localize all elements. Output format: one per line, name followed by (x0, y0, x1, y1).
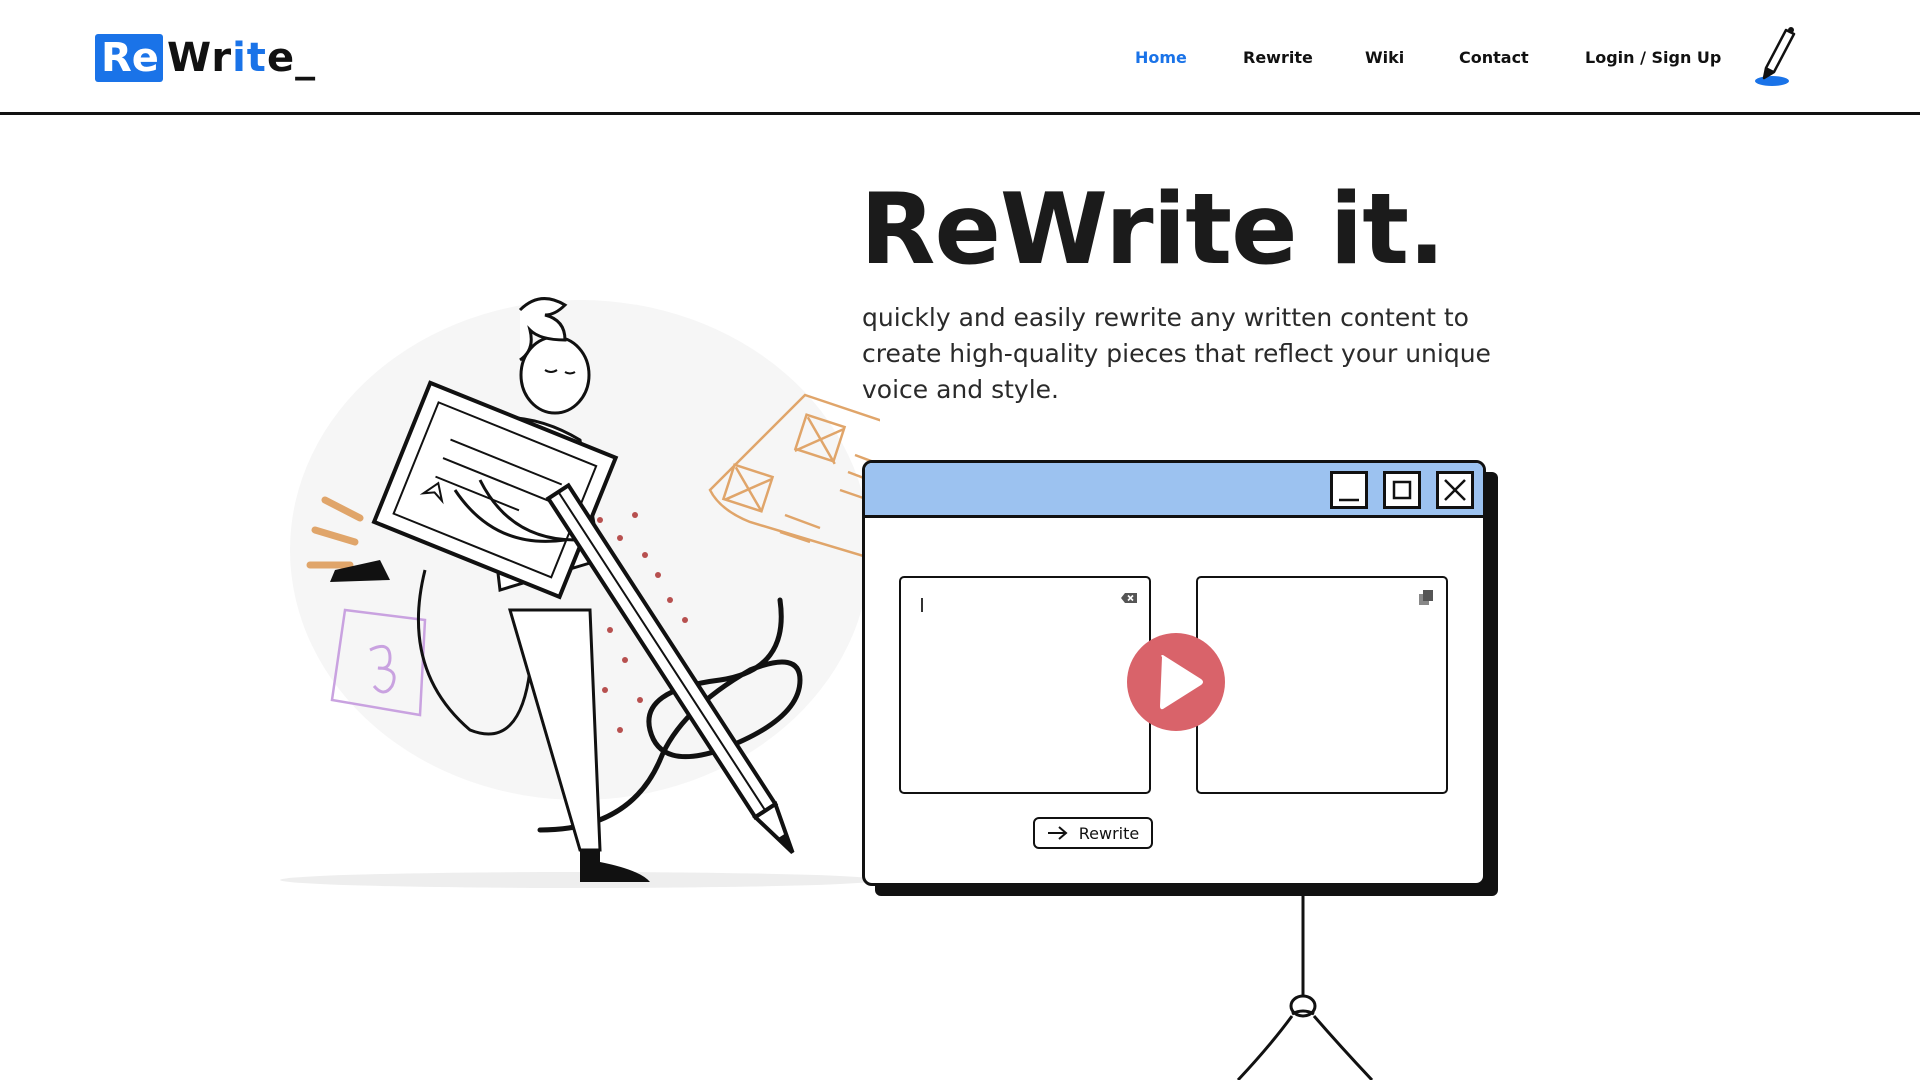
pen-icon[interactable] (1750, 24, 1800, 90)
logo-wordmark: Write_ (167, 34, 316, 82)
minimize-icon[interactable] (1330, 471, 1368, 509)
hero-title: ReWrite it. (860, 173, 1445, 287)
nav-wiki[interactable]: Wiki (1365, 48, 1404, 67)
rewrite-button[interactable]: Rewrite (1033, 817, 1153, 849)
nav-home[interactable]: Home (1135, 48, 1187, 67)
copy-icon[interactable] (1416, 588, 1436, 608)
site-header: Re Write_ Home Rewrite Wiki Contact Logi… (0, 0, 1920, 115)
nav-rewrite[interactable]: Rewrite (1243, 48, 1313, 67)
hanging-lamp-icon (1236, 896, 1374, 1080)
logo[interactable]: Re Write_ (95, 34, 316, 82)
input-panel (899, 576, 1151, 794)
logo-re-badge: Re (95, 34, 163, 82)
nav-login-signup[interactable]: Login / Sign Up (1585, 48, 1721, 67)
logo-text-e: e_ (266, 35, 317, 81)
maximize-icon[interactable] (1383, 471, 1421, 509)
rewrite-button-label: Rewrite (1078, 823, 1140, 843)
nav-contact[interactable]: Contact (1459, 48, 1529, 67)
hero-subtitle: quickly and easily rewrite any written c… (862, 303, 1491, 404)
rewrite-app-window: Rewrite (862, 460, 1486, 886)
logo-text-wr: Wr (166, 35, 233, 81)
output-textarea[interactable] (1208, 588, 1412, 782)
logo-text-it: it (232, 35, 267, 81)
arrow-right-icon (1047, 826, 1068, 840)
text-caret (921, 598, 923, 612)
window-titlebar (865, 463, 1483, 518)
clear-text-icon[interactable] (1119, 588, 1139, 608)
input-textarea[interactable] (911, 588, 1115, 782)
writer-illustration (280, 297, 880, 888)
play-icon (1160, 655, 1203, 710)
output-panel (1196, 576, 1448, 794)
close-icon[interactable] (1436, 471, 1474, 509)
play-button[interactable] (1127, 633, 1225, 731)
